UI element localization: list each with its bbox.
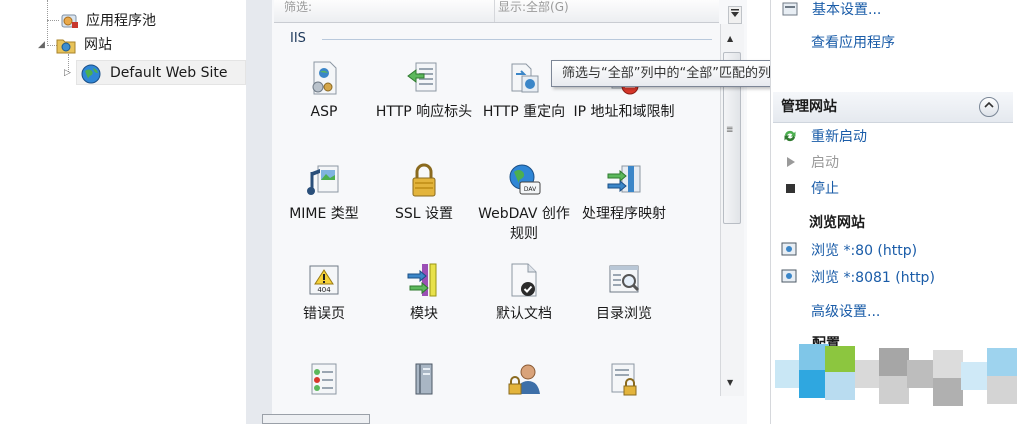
tree-item-app-pools[interactable]: 应用程序池 (60, 10, 240, 32)
tree-item-label: 网站 (84, 37, 112, 53)
start-icon (786, 156, 796, 172)
scroll-up-icon[interactable]: ▲ (727, 34, 733, 43)
browse-80-link[interactable]: 浏览 *:80 (http) (811, 241, 917, 261)
column-separator (494, 0, 495, 22)
feature-label: SSL 设置 (394, 206, 454, 222)
stop-link[interactable]: 停止 (811, 179, 839, 199)
feature-ssl-settings[interactable]: SSL 设置 (372, 162, 476, 224)
basic-settings-link[interactable]: 基本设置... (812, 0, 881, 20)
scroll-down-icon[interactable]: ▼ (727, 378, 733, 387)
ssl-lock-icon (406, 162, 442, 198)
feature-mime-types[interactable]: MIME 类型 (272, 162, 376, 224)
feature-label: MIME 类型 (289, 206, 359, 222)
feature-label: HTTP 重定向 (482, 104, 566, 120)
http-response-headers-icon (406, 60, 442, 96)
asp-icon (306, 60, 342, 96)
feature-doc-lock[interactable] (572, 360, 676, 396)
feature-http-response-headers[interactable]: HTTP 响应标头 (372, 60, 476, 122)
handler-mappings-icon (606, 162, 642, 198)
modules-icon (406, 262, 442, 298)
feature-modules[interactable]: 模块 (372, 262, 476, 324)
tree-item-label: 应用程序池 (86, 13, 156, 29)
feature-user-lock-icon (506, 360, 542, 396)
feature-label: HTTP 响应标头 (375, 104, 473, 120)
feature-book[interactable] (372, 360, 476, 396)
webdav-icon: DAV (506, 162, 542, 198)
tree-item-label: Default Web Site (110, 65, 228, 81)
group-label: IIS (290, 31, 306, 46)
svg-text:404: 404 (317, 286, 331, 294)
feature-label: 目录浏览 (596, 306, 652, 322)
stop-icon (785, 182, 796, 198)
feature-user-lock[interactable] (472, 360, 576, 396)
filter-bar: 筛选: 显示:全部(G) (274, 0, 719, 23)
tree-item-sites[interactable]: 网站 (56, 34, 236, 56)
http-redirect-icon (506, 60, 542, 96)
chevron-up-icon (984, 101, 994, 108)
feature-label: ASP (310, 104, 338, 120)
browse-8081-link[interactable]: 浏览 *:8081 (http) (811, 268, 935, 288)
tree-item-default-web-site[interactable]: Default Web Site (80, 62, 246, 84)
svg-text:DAV: DAV (524, 186, 537, 193)
settings-icon (782, 2, 798, 20)
sites-folder-icon (56, 36, 76, 54)
feature-label: WebDAV 创作规则 (478, 206, 570, 242)
browse-site-title: 浏览网站 (809, 215, 865, 231)
restart-icon (782, 128, 798, 148)
restart-link[interactable]: 重新启动 (811, 127, 867, 147)
collapse-arrow-icon[interactable]: ◢ (38, 40, 45, 50)
browse-window-icon (781, 269, 797, 287)
filter-label: 筛选: (284, 0, 313, 14)
default-document-icon (506, 262, 542, 298)
feature-label: IP 地址和域限制 (573, 104, 675, 120)
feature-label: 模块 (410, 306, 438, 322)
view-applications-link[interactable]: 查看应用程序 (811, 33, 895, 53)
feature-book-icon (406, 360, 442, 396)
feature-list[interactable] (272, 360, 376, 396)
features-view-tab[interactable] (262, 414, 370, 424)
app-pool-icon (60, 12, 80, 30)
feature-label: 默认文档 (496, 306, 552, 322)
feature-directory-browsing[interactable]: 目录浏览 (572, 262, 676, 324)
globe-icon (80, 63, 102, 85)
pane-splitter[interactable] (246, 0, 272, 424)
group-by-dropdown[interactable] (728, 6, 742, 24)
watermark-mosaic (775, 340, 1018, 424)
feature-asp[interactable]: ASP (272, 60, 376, 122)
feature-label: 处理程序映射 (582, 206, 666, 222)
feature-error-pages[interactable]: 404 错误页 (272, 262, 376, 324)
tree-connector (47, 20, 59, 21)
connections-tree: 应用程序池 ◢ 网站 ▷ Default Web Site (0, 0, 246, 424)
tree-connector (47, 0, 48, 46)
mime-types-icon (306, 162, 342, 198)
feature-label: 错误页 (303, 306, 345, 322)
collapse-section-button[interactable] (979, 97, 999, 117)
feature-default-document[interactable]: 默认文档 (472, 262, 576, 324)
advanced-settings-link[interactable]: 高级设置... (811, 302, 880, 322)
feature-handler-mappings[interactable]: 处理程序映射 (572, 162, 676, 224)
start-link[interactable]: 启动 (811, 153, 839, 173)
feature-doc-lock-icon (606, 360, 642, 396)
feature-list-icon (306, 360, 342, 396)
dropdown-arrow-icon (731, 9, 739, 17)
group-divider (322, 39, 712, 40)
show-label[interactable]: 显示:全部(G) (498, 0, 569, 14)
scrollbar-grip-icon: ═ ═ (727, 124, 733, 137)
error-pages-icon: 404 (306, 262, 342, 298)
manage-site-title: 管理网站 (781, 99, 837, 115)
group-header-iis: IIS (280, 28, 718, 50)
browse-window-icon (781, 242, 797, 260)
feature-webdav[interactable]: DAV WebDAV 创作规则 (472, 162, 576, 244)
directory-browsing-icon (606, 262, 642, 298)
expand-arrow-icon[interactable]: ▷ (64, 68, 71, 78)
